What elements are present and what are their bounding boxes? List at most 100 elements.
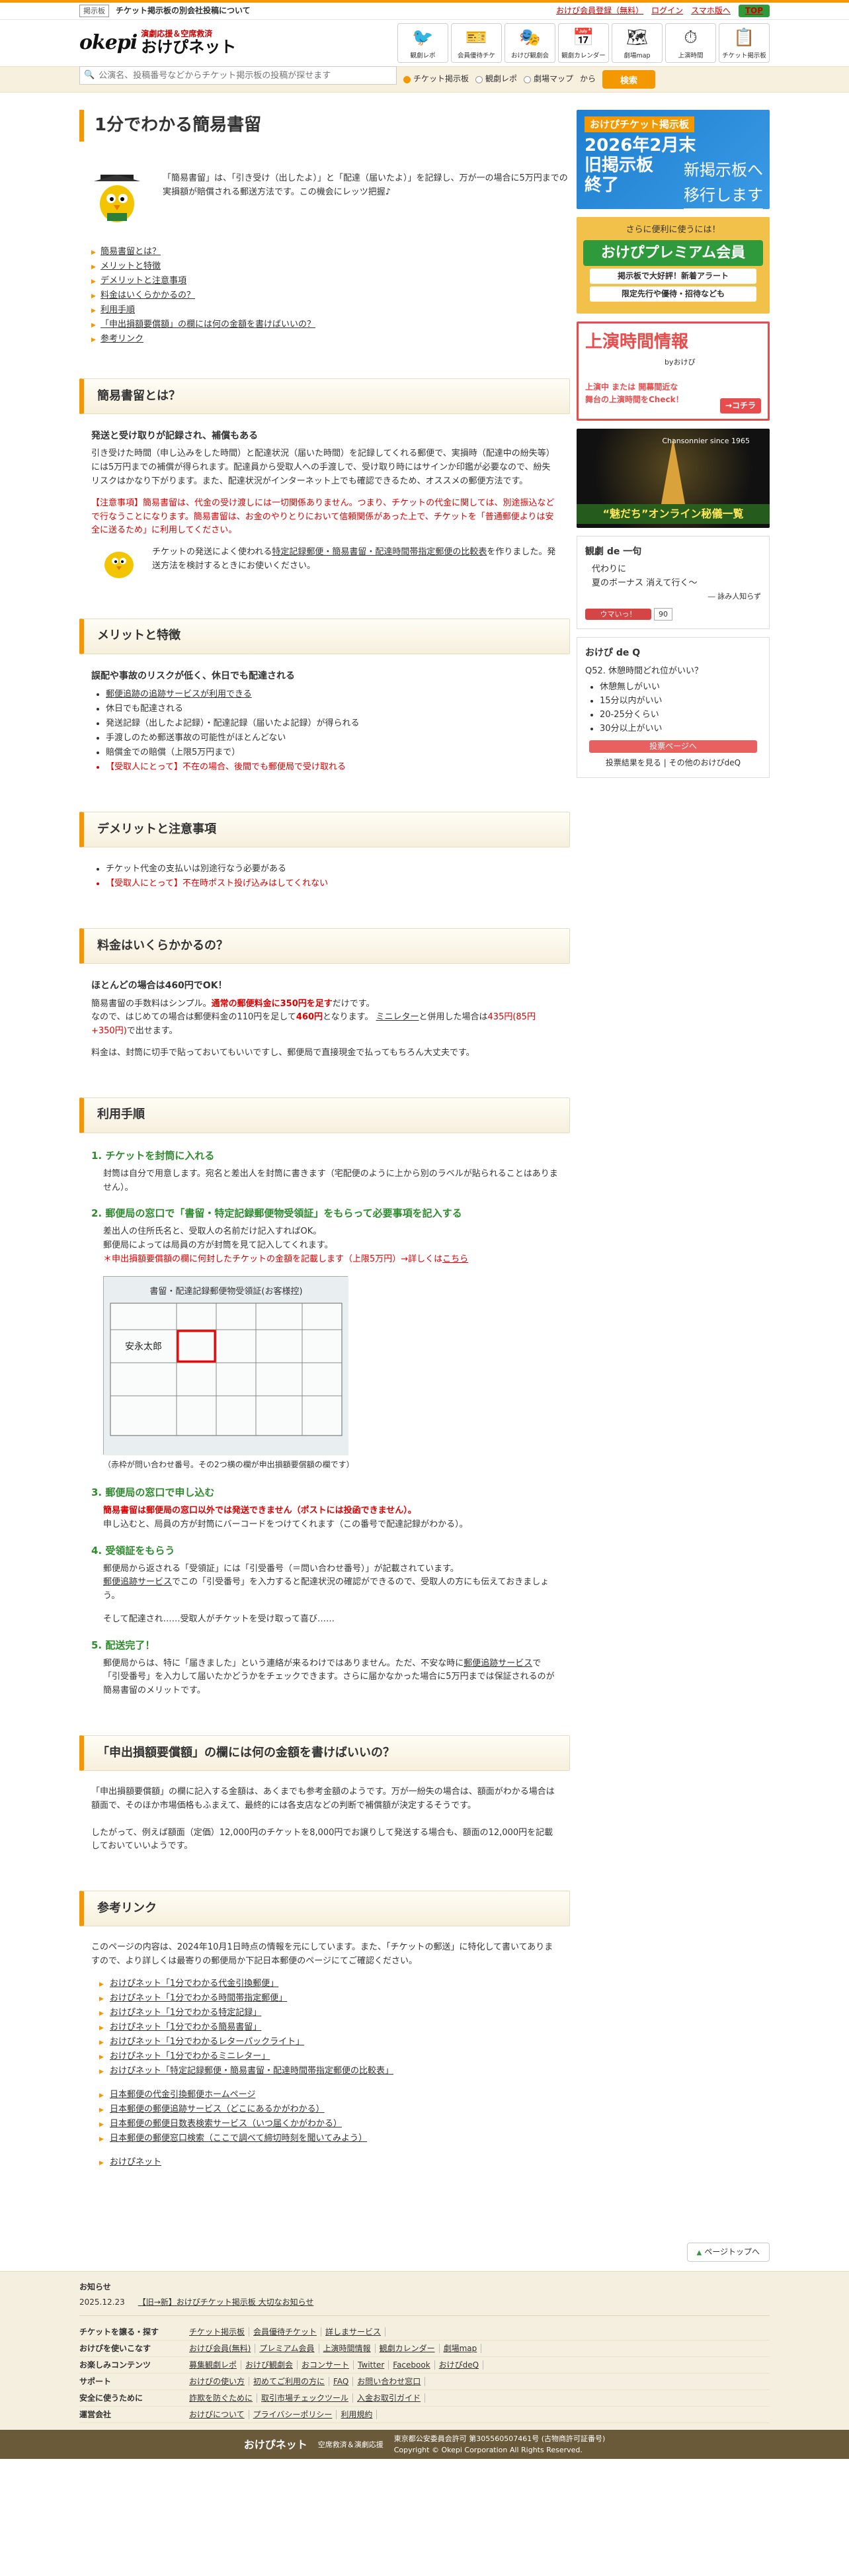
nav-okepi-event[interactable]: 🎭 おけぴ観劇会 bbox=[505, 23, 555, 63]
banner-chansonnier[interactable]: Chansonnier since 1965 “魅だち”オンライン秘儀一覧 bbox=[577, 429, 770, 528]
footer-link[interactable]: 利用規約 bbox=[337, 2410, 378, 2420]
nav-calendar[interactable]: 📅 観劇カレンダー bbox=[558, 23, 609, 63]
footer-link[interactable]: 募集観劇レポ bbox=[185, 2360, 242, 2370]
section-heading: 簡易書留とは？ bbox=[79, 378, 570, 414]
footer-link[interactable]: Facebook bbox=[389, 2360, 435, 2370]
footer-link[interactable]: 会員優待チケット bbox=[249, 2327, 322, 2337]
mini-letter-link[interactable]: ミニレター bbox=[376, 1012, 419, 1022]
register-link[interactable]: おけぴ会員登録（無料） bbox=[556, 5, 643, 17]
footer-link[interactable]: おけぴdeQ bbox=[435, 2360, 484, 2370]
nav-ticket-board[interactable]: 📋 チケット掲示板 bbox=[719, 23, 770, 63]
details-link[interactable]: こちら bbox=[442, 1254, 468, 1264]
page-top-button[interactable]: ページトップへ bbox=[686, 2242, 770, 2262]
list-item: 郵便追跡の追跡サービスが利用できる bbox=[106, 687, 558, 702]
eiffel-tower-icon bbox=[661, 438, 685, 504]
bird-icon bbox=[104, 551, 134, 578]
news-link[interactable]: 【旧→新】おけぴチケット掲示板 大切なお知らせ bbox=[138, 2296, 314, 2309]
search-option-ticket-board[interactable]: チケット掲示板 bbox=[403, 73, 469, 85]
reference-link[interactable]: おけぴネット「特定記録郵便・簡易書留・配達時間帯指定郵便の比較表」 bbox=[99, 2064, 558, 2079]
footer-row: 安全に使うために 詐欺を防ぐために 取引市場チェックツール 入金お取引ガイド bbox=[79, 2390, 770, 2407]
banner-premium[interactable]: さらに便利に使うには！ おけぴプレミアム会員 掲示板で大好評！新着アラート 限定… bbox=[577, 217, 770, 314]
nav-runtime[interactable]: ⏱ 上演時間 bbox=[665, 23, 716, 63]
footer-link[interactable]: 詐欺を防ぐために bbox=[185, 2393, 258, 2403]
reference-link[interactable]: おけぴネット「1分でわかるミニレター」 bbox=[99, 2049, 558, 2065]
footer-link[interactable]: Twitter bbox=[354, 2360, 389, 2370]
nav-theater-map[interactable]: 🗺 劇場map bbox=[612, 23, 663, 63]
footer-link[interactable]: チケット掲示板 bbox=[185, 2327, 250, 2337]
top-button[interactable]: TOP bbox=[738, 4, 770, 18]
reference-link[interactable]: おけぴネット「1分でわかる特定記録」 bbox=[99, 2006, 558, 2021]
section-heading: 料金はいくらかかるの？ bbox=[79, 928, 570, 965]
reference-link[interactable]: 日本郵便の代金引換郵便ホームページ bbox=[99, 2088, 558, 2103]
toc-item[interactable]: メリットと特徴 bbox=[91, 259, 570, 275]
section-merits: 誤配や事故のリスクが低く、休日でも配達される 郵便追跡の追跡サービスが利用できる… bbox=[79, 669, 570, 775]
footer-link[interactable]: お問い合わせ窓口 bbox=[353, 2377, 426, 2387]
banner-runtime-info[interactable]: 上演時間情報 byおけぴ 上演中 または 開幕間近な舞台の上演時間をCheck！… bbox=[577, 322, 770, 421]
vote-button[interactable]: 投票ページへ bbox=[589, 740, 757, 753]
footer-brand-sub: 空席救済＆演劇応援 bbox=[317, 2440, 384, 2449]
nav-member-ticket[interactable]: 🎫 会員優待チケ bbox=[451, 23, 502, 63]
login-link[interactable]: ログイン bbox=[651, 5, 683, 17]
nav-theater-report[interactable]: 🐦 観劇レポ bbox=[397, 23, 448, 63]
footer-link[interactable]: 観劇カレンダー bbox=[376, 2344, 440, 2354]
toc-item[interactable]: デメリットと注意事項 bbox=[91, 274, 570, 289]
tracking-service-link[interactable]: 郵便追跡サービス bbox=[464, 1658, 532, 1668]
reference-link[interactable]: 日本郵便の郵便追跡サービス（どこにあるかがわかる） bbox=[99, 2102, 558, 2118]
poll-results-link[interactable]: 投票結果を見る bbox=[606, 758, 661, 767]
footer-link[interactable]: おけぴの使い方 bbox=[185, 2377, 250, 2387]
reference-link[interactable]: おけぴネット bbox=[99, 2155, 558, 2170]
footer-link[interactable]: 劇場map bbox=[440, 2344, 482, 2354]
footer-link[interactable]: 入金お取引ガイド bbox=[353, 2393, 426, 2403]
copyright-bar: おけぴネット 空席救済＆演劇応援 東京都公安委員会許可 第30556050746… bbox=[0, 2430, 849, 2460]
footer-brand: おけぴネット bbox=[243, 2438, 307, 2451]
footer-link[interactable]: 取引市場チェックツール bbox=[257, 2393, 354, 2403]
page: 掲示板 チケット掲示板の別会社投稿について おけぴ会員登録（無料） ログイン ス… bbox=[0, 0, 849, 2460]
footer-link[interactable]: おけぴ観劇会 bbox=[241, 2360, 298, 2370]
table-of-contents: 簡易書留とは？ メリットと特徴 デメリットと注意事項 料金はいくらかかるの？ 利… bbox=[79, 245, 570, 347]
footer-link[interactable]: おけぴについて bbox=[185, 2410, 249, 2420]
footer-link[interactable]: 初めてご利用の方に bbox=[249, 2377, 330, 2387]
reference-link[interactable]: 日本郵便の郵便窓口検索（ここで調べて締切時刻を聞いてみよう） bbox=[99, 2131, 558, 2147]
toc-item[interactable]: 利用手順 bbox=[91, 303, 570, 318]
search-option-report[interactable]: 観劇レポ bbox=[475, 73, 517, 85]
footer-link[interactable]: 上演時間情報 bbox=[319, 2344, 376, 2354]
footer-link[interactable]: プレミアム会員 bbox=[255, 2344, 319, 2354]
footer-link[interactable]: おけぴ会員(無料) bbox=[185, 2344, 256, 2354]
search-button[interactable]: 検索 bbox=[602, 70, 656, 89]
section-links: このページの内容は、2024年10月1日時点の情報を元にしています。また、「チケ… bbox=[79, 1941, 570, 2170]
toc-item[interactable]: 「申出損額要償額」の欄には何の金額を書けばいいの？ bbox=[91, 318, 570, 333]
list-item: 手渡しのため郵送事故の可能性がほとんどない bbox=[106, 731, 558, 746]
reference-link[interactable]: おけぴネット「1分でわかる簡易書留」 bbox=[99, 2020, 558, 2036]
footer-link[interactable]: おコンサート bbox=[298, 2360, 354, 2370]
tracking-service-link[interactable]: 郵便追跡サービス bbox=[103, 1577, 172, 1587]
like-count: 90 bbox=[654, 607, 672, 621]
toc-item[interactable]: 簡易書留とは？ bbox=[91, 245, 570, 260]
footer-link[interactable]: FAQ bbox=[329, 2377, 354, 2387]
list-item: 発送記録（出したよ記録）・配達記録（届いたよ記録）が得られる bbox=[106, 716, 558, 731]
footer-row: 運営会社 おけぴについて プライバシーポリシー 利用規約 bbox=[79, 2407, 770, 2424]
reference-link[interactable]: おけぴネット「1分でわかる時間帯指定郵便」 bbox=[99, 1991, 558, 2006]
search-bar: 🔍 チケット掲示板 観劇レポ 劇場マップ から 検索 bbox=[0, 66, 849, 93]
footer-link[interactable]: プライバシーポリシー bbox=[249, 2410, 337, 2420]
banner-ticket-board[interactable]: おけぴチケット掲示板 2026年2月末 旧掲示板 終了 新掲示板へ 移行します bbox=[577, 110, 770, 209]
search-option-map[interactable]: 劇場マップ bbox=[524, 73, 573, 85]
footer-link[interactable]: 詳しまサービス bbox=[321, 2327, 386, 2337]
comparison-table-link[interactable]: 特定記録郵便・簡易書留・配達時間帯指定郵便の比較表 bbox=[272, 547, 487, 557]
search-input[interactable] bbox=[99, 70, 392, 81]
toc-item[interactable]: 料金はいくらかかるの？ bbox=[91, 288, 570, 304]
reference-link[interactable]: おけぴネット「1分でわかるレターパックライト」 bbox=[99, 2035, 558, 2050]
other-polls-link[interactable]: その他のおけぴdeQ bbox=[669, 758, 741, 767]
like-button[interactable]: ウマいっ！ bbox=[585, 608, 651, 621]
mobile-link[interactable]: スマホ版へ bbox=[691, 5, 731, 17]
footer-row: お楽しみコンテンツ 募集観劇レポ おけぴ観劇会 おコンサート Twitter Facebo… bbox=[79, 2357, 770, 2374]
theater-icon: 🎭 bbox=[519, 28, 541, 48]
step-3: 3. 郵便局の窓口で申し込む 簡易書留は郵便局の窓口以外では発送できません（ポス… bbox=[91, 1486, 468, 1529]
site-logo[interactable]: okepi 演劇応援＆空席救済 おけぴネット bbox=[79, 27, 331, 59]
list-item: 【受取人にとって】不在の場合、後間でも郵便局で受け取れる bbox=[106, 760, 558, 775]
reference-link[interactable]: 日本郵便の郵便日数表検索サービス（いつ届くかがわかる） bbox=[99, 2117, 558, 2132]
toc-item[interactable]: 参考リンク bbox=[91, 332, 570, 347]
announcement-link[interactable]: チケット掲示板の別会社投稿について bbox=[116, 5, 556, 17]
reference-link[interactable]: おけぴネット「1分でわかる代金引換郵便」 bbox=[99, 1977, 558, 1992]
price-text-1: 簡易書留の手数料はシンプル。通常の郵便料金に350円を足すだけです。 なので、は… bbox=[91, 998, 536, 1037]
section-subheading: 誤配や事故のリスクが低く、休日でも配達される bbox=[91, 670, 295, 681]
